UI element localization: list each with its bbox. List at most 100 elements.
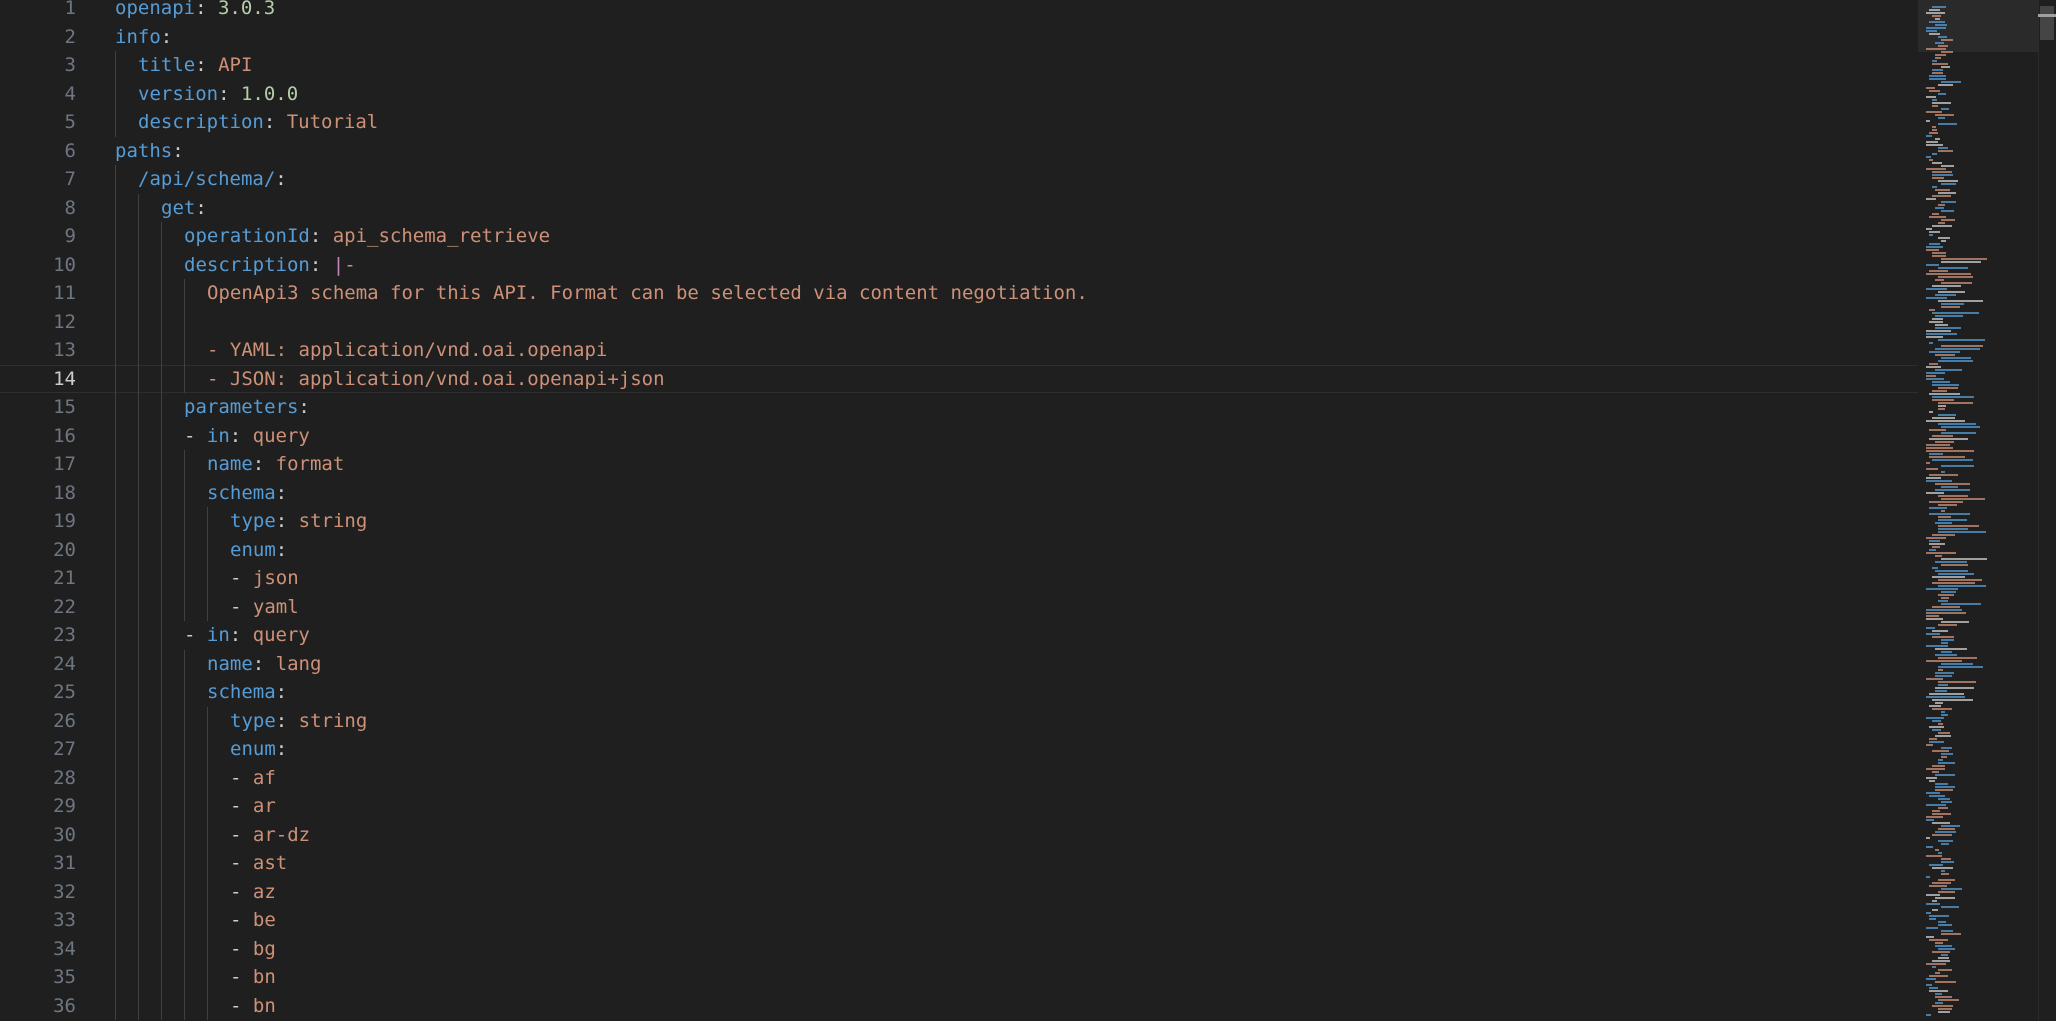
minimap-line	[1932, 750, 1949, 752]
minimap-line	[1941, 183, 1956, 185]
minimap-line	[1932, 546, 1940, 548]
minimap-line	[1935, 555, 1942, 557]
code-line[interactable]: 3 title: API	[0, 51, 1918, 80]
minimap-line	[1938, 339, 1985, 341]
minimap[interactable]	[1918, 0, 2038, 1021]
code-line[interactable]: 35 - bn	[0, 963, 1918, 992]
code-line[interactable]: 17 name: format	[0, 450, 1918, 479]
minimap-line	[1941, 345, 1983, 347]
code-line[interactable]: 28 - af	[0, 763, 1918, 792]
scrollbar-thumb[interactable]	[2040, 6, 2054, 40]
code-line[interactable]: 23 - in: query	[0, 621, 1918, 650]
code-line[interactable]: 32 - az	[0, 877, 1918, 906]
yaml-punctuation: :	[263, 111, 287, 133]
minimap-line	[1926, 96, 1936, 98]
minimap-line	[1935, 57, 1941, 59]
yaml-punctuation: -	[230, 766, 253, 789]
yaml-punctuation: :	[195, 196, 207, 219]
code-line[interactable]: 6 paths:	[0, 137, 1918, 166]
line-number: 35	[53, 966, 76, 988]
code-line[interactable]: 36 - bn	[0, 991, 1918, 1020]
minimap-line	[1941, 357, 1971, 359]
indent-guide	[161, 963, 162, 992]
code-line[interactable]: 24 name: lang	[0, 649, 1918, 679]
code-line[interactable]: 18 schema:	[0, 478, 1918, 507]
yaml-punctuation: -	[230, 567, 253, 589]
code-line[interactable]: 8 get:	[0, 193, 1918, 222]
yaml-value: string	[298, 510, 368, 532]
code-line[interactable]: 7/api/schema/:	[0, 165, 1918, 194]
code-editor[interactable]: 1 openapi: 3.0.3 2 info: 3 title: API 4 version…	[0, 0, 2056, 1021]
code-line[interactable]: 1 openapi: 3.0.3	[0, 0, 1918, 23]
minimap-line	[1929, 795, 1945, 797]
code-line[interactable]: 31 - ast	[0, 849, 1918, 878]
code-line[interactable]: 15 parameters:	[0, 393, 1918, 422]
minimap-line	[1926, 903, 1940, 905]
indent-guide	[161, 906, 162, 935]
indent-guide	[138, 735, 139, 764]
minimap-line	[1935, 690, 1947, 692]
code-line[interactable]: 27 enum:	[0, 735, 1918, 764]
minimap-line	[1935, 348, 1980, 350]
yaml-value: json	[252, 567, 299, 589]
minimap-line	[1926, 876, 1930, 878]
minimap-line	[1935, 483, 1970, 485]
minimap-line	[1926, 768, 1945, 770]
code-text: openapi: 3.0.3	[115, 0, 275, 23]
minimap-line	[1941, 642, 1948, 644]
code-line[interactable]: 2 info:	[0, 23, 1918, 52]
code-line[interactable]: 9 operationId: api_schema_retrieve	[0, 222, 1918, 251]
code-text: /api/schema/:	[138, 165, 287, 194]
yaml-key: type	[230, 510, 276, 532]
code-line[interactable]: 19 type: string	[0, 507, 1918, 536]
code-line[interactable]: 25 schema:	[0, 678, 1918, 707]
minimap-line	[1938, 192, 1956, 194]
code-line[interactable]: 12	[0, 307, 1918, 336]
code-line[interactable]: 20 enum:	[0, 535, 1918, 564]
line-number: 36	[53, 994, 76, 1017]
minimap-line	[1938, 276, 1973, 278]
code-line[interactable]: 34 - bg	[0, 934, 1918, 963]
minimap-line	[1929, 393, 1960, 395]
code-line[interactable]: 16 - in: query	[0, 421, 1918, 451]
minimap-line	[1929, 705, 1941, 707]
minimap-line	[1932, 105, 1938, 107]
minimap-line	[1935, 138, 1940, 140]
minimap-line	[1941, 306, 1960, 308]
code-line[interactable]: 14 - JSON: application/vnd.oai.openapi+js…	[0, 364, 1918, 393]
code-line[interactable]: 11 OpenApi3 schema for this API. Format c…	[0, 279, 1918, 308]
code-line[interactable]: 22 - yaml	[0, 592, 1918, 622]
indent-guide	[115, 564, 116, 593]
minimap-line	[1926, 444, 1950, 446]
code-line[interactable]: 26 type: string	[0, 706, 1918, 735]
minimap-line	[1935, 972, 1940, 974]
line-number: 29	[53, 795, 76, 817]
code-line[interactable]: 10 description: |-	[0, 250, 1918, 279]
vertical-scrollbar[interactable]	[2038, 0, 2056, 1021]
code-line[interactable]: 29 - ar	[0, 792, 1918, 821]
minimap-line	[1929, 216, 1946, 218]
indent-guide	[138, 222, 139, 251]
yaml-punctuation: :	[252, 453, 276, 475]
minimap-line	[1929, 990, 1948, 992]
code-text: - yaml	[230, 593, 299, 622]
code-text: - in: query	[184, 422, 310, 451]
indent-guide	[115, 763, 116, 792]
minimap-line	[1926, 27, 1946, 29]
code-text: name: lang	[207, 650, 321, 679]
code-line[interactable]: 30 - ar-dz	[0, 820, 1918, 849]
minimap-line	[1926, 120, 1930, 122]
minimap-line	[1938, 762, 1955, 764]
line-number: 8	[64, 196, 76, 219]
code-line[interactable]: 4 version: 1.0.0	[0, 79, 1918, 108]
code-line[interactable]: 33 - be	[0, 906, 1918, 935]
minimap-line	[1941, 303, 1964, 305]
code-line[interactable]: 21 - json	[0, 564, 1918, 593]
indent-guide	[184, 820, 185, 849]
minimap-line	[1926, 30, 1937, 32]
yaml-key: in	[206, 424, 230, 447]
code-line[interactable]: 5 description: Tutorial	[0, 108, 1918, 137]
code-line[interactable]: 13 - YAML: application/vnd.oai.openapi	[0, 336, 1918, 365]
minimap-line	[1932, 417, 1955, 419]
line-number: 22	[53, 595, 76, 618]
